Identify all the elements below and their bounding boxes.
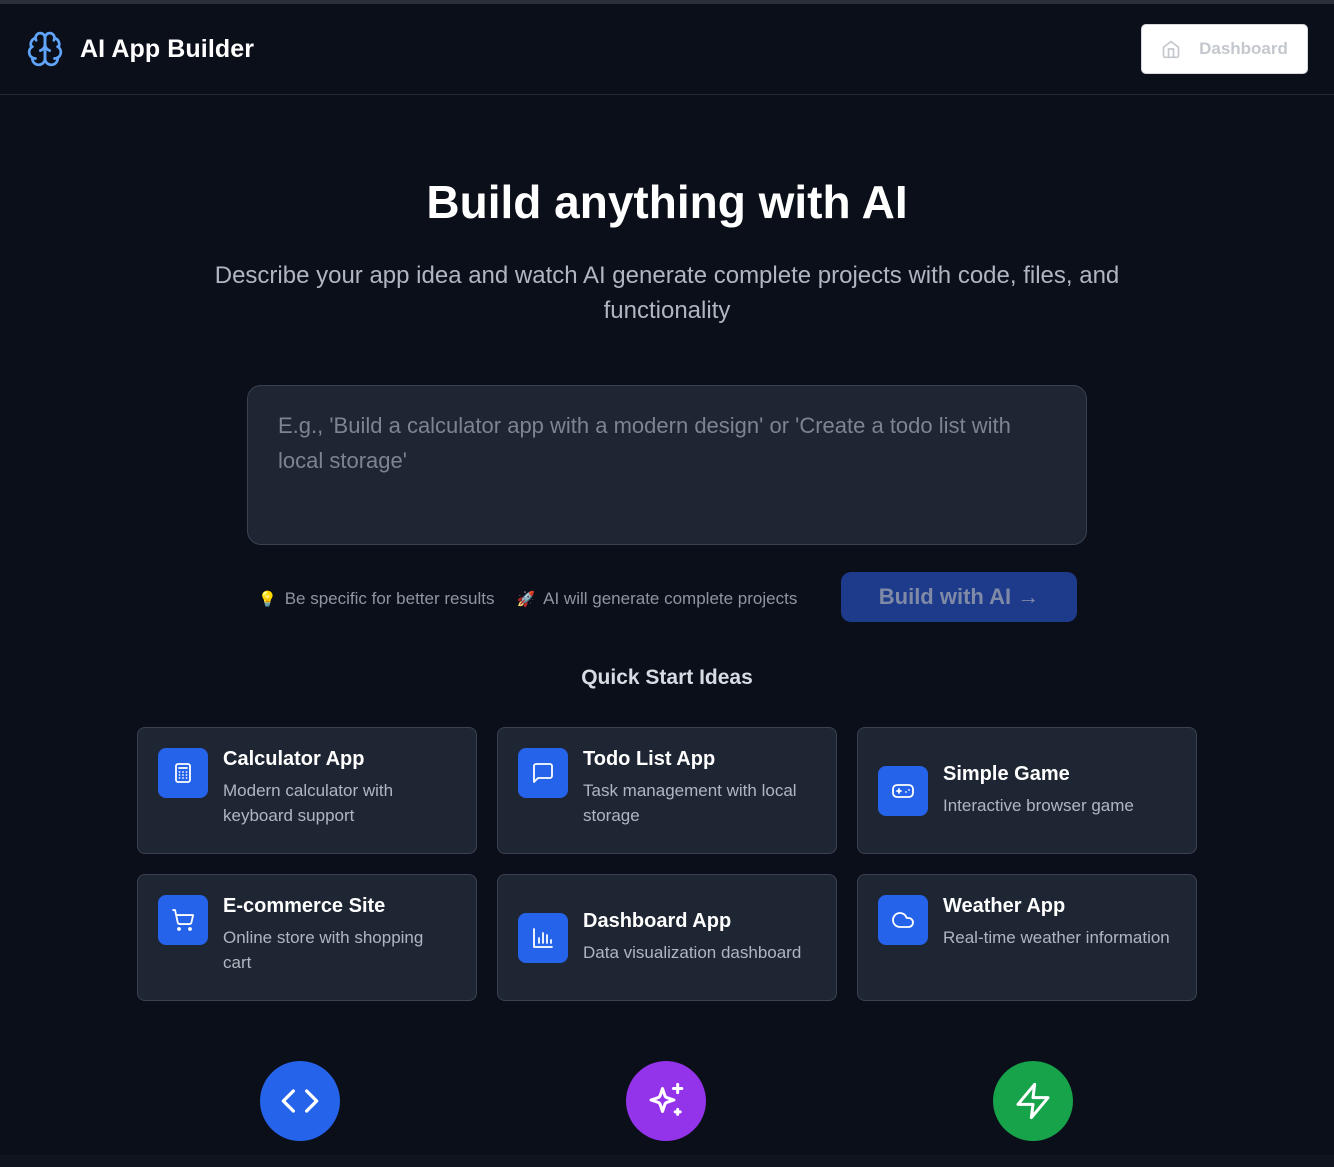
card-title: Calculator App: [223, 748, 365, 770]
gamepad-icon: [878, 765, 928, 816]
hints-row: 💡 Be specific for better results 🚀 AI wi…: [258, 587, 797, 611]
page-bottom-edge: [0, 1155, 1334, 1167]
hint-complete: 🚀 AI will generate complete projects: [516, 589, 797, 609]
card-title: Dashboard App: [583, 910, 732, 932]
code-icon: [260, 1061, 340, 1141]
card-title: Todo List App: [583, 748, 716, 770]
app-header: AI App Builder Dashboard: [0, 4, 1334, 95]
message-square-icon: [518, 748, 568, 798]
quick-start-card-dashboard[interactable]: Dashboard App Data visualization dashboa…: [497, 874, 837, 1001]
card-title: E-commerce Site: [223, 895, 386, 917]
home-icon: [1161, 39, 1181, 59]
hero-title: Build anything with AI: [426, 176, 908, 228]
calculator-icon: [158, 748, 208, 798]
dashboard-button[interactable]: Dashboard: [1141, 24, 1308, 74]
cloud-icon: [878, 895, 928, 945]
build-with-ai-button[interactable]: Build with AI →: [841, 572, 1077, 622]
zap-icon: [993, 1061, 1073, 1141]
app-title: AI App Builder: [80, 34, 255, 63]
quick-start-card-calculator[interactable]: Calculator App Modern calculator with ke…: [137, 727, 477, 854]
prompt-container: [247, 385, 1087, 545]
quick-start-card-ecommerce[interactable]: E-commerce Site Online store with shoppi…: [137, 874, 477, 1001]
bar-chart-icon: [518, 912, 568, 963]
card-title: Simple Game: [943, 763, 1070, 785]
brand[interactable]: AI App Builder: [26, 30, 254, 68]
quick-start-card-todo[interactable]: Todo List App Task management with local…: [497, 727, 837, 854]
card-description: Task management with local storage: [583, 781, 797, 825]
sparkles-icon: [626, 1061, 706, 1141]
brain-icon: [26, 30, 64, 68]
hint-complete-text: AI will generate complete projects: [543, 589, 798, 608]
card-description: Real-time weather information: [943, 928, 1170, 947]
card-description: Data visualization dashboard: [583, 943, 802, 962]
prompt-input[interactable]: [278, 408, 1056, 522]
rocket-icon: 🚀: [516, 591, 536, 608]
shopping-cart-icon: [158, 895, 208, 945]
lightbulb-icon: 💡: [258, 591, 277, 608]
quick-start-title: Quick Start Ideas: [581, 666, 753, 689]
hero-subtitle: Describe your app idea and watch AI gene…: [214, 262, 1120, 324]
quick-start-card-game[interactable]: Simple Game Interactive browser game: [857, 727, 1197, 854]
card-description: Online store with shopping cart: [223, 928, 424, 972]
card-description: Interactive browser game: [943, 796, 1134, 815]
hint-specific-text: Be specific for better results: [284, 589, 495, 608]
card-description: Modern calculator with keyboard support: [223, 781, 394, 825]
quick-start-card-weather[interactable]: Weather App Real-time weather informatio…: [857, 874, 1197, 1001]
hint-specific: 💡 Be specific for better results: [258, 589, 494, 609]
dashboard-button-label: Dashboard: [1199, 39, 1288, 58]
card-title: Weather App: [943, 895, 1066, 917]
